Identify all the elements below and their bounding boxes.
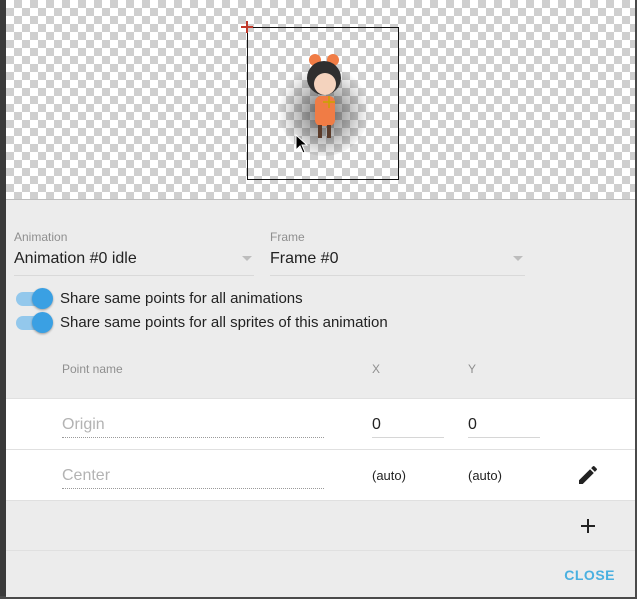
point-y-value: (auto) bbox=[468, 468, 502, 483]
add-point-row bbox=[6, 500, 635, 551]
column-header-x: X bbox=[372, 362, 381, 376]
frame-select[interactable]: Frame #0 bbox=[270, 237, 525, 276]
toggle-thumb bbox=[32, 288, 53, 309]
origin-marker-icon[interactable] bbox=[240, 20, 254, 34]
chevron-down-icon bbox=[242, 256, 252, 261]
animation-select[interactable]: Animation #0 idle bbox=[14, 237, 254, 276]
mouse-cursor-icon bbox=[295, 134, 309, 154]
table-row-center: (auto) (auto) bbox=[6, 449, 635, 500]
toggle-label: Share same points for all animations bbox=[60, 290, 303, 307]
plus-icon[interactable] bbox=[576, 514, 600, 538]
column-header-y: Y bbox=[468, 362, 477, 376]
point-name-input[interactable] bbox=[62, 413, 324, 438]
point-x-value: (auto) bbox=[372, 468, 406, 483]
toggle-thumb bbox=[32, 312, 53, 333]
point-x-input[interactable] bbox=[372, 413, 444, 438]
pencil-icon[interactable] bbox=[576, 463, 600, 487]
character-sprite bbox=[278, 54, 370, 156]
toggle-label: Share same points for all sprites of thi… bbox=[60, 314, 388, 331]
points-editor-panel: Animation Animation #0 idle Frame Frame … bbox=[6, 200, 635, 597]
animation-select-value: Animation #0 idle bbox=[14, 250, 137, 267]
sprite-preview-canvas[interactable] bbox=[6, 0, 635, 200]
chevron-down-icon bbox=[513, 256, 523, 261]
point-y-input[interactable] bbox=[468, 413, 540, 438]
close-button[interactable]: CLOSE bbox=[564, 567, 615, 583]
dialog-actions: CLOSE bbox=[6, 550, 635, 597]
table-row-origin bbox=[6, 398, 635, 449]
frame-select-value: Frame #0 bbox=[270, 250, 339, 267]
point-name-input[interactable] bbox=[62, 464, 324, 489]
column-header-point-name: Point name bbox=[62, 362, 123, 376]
